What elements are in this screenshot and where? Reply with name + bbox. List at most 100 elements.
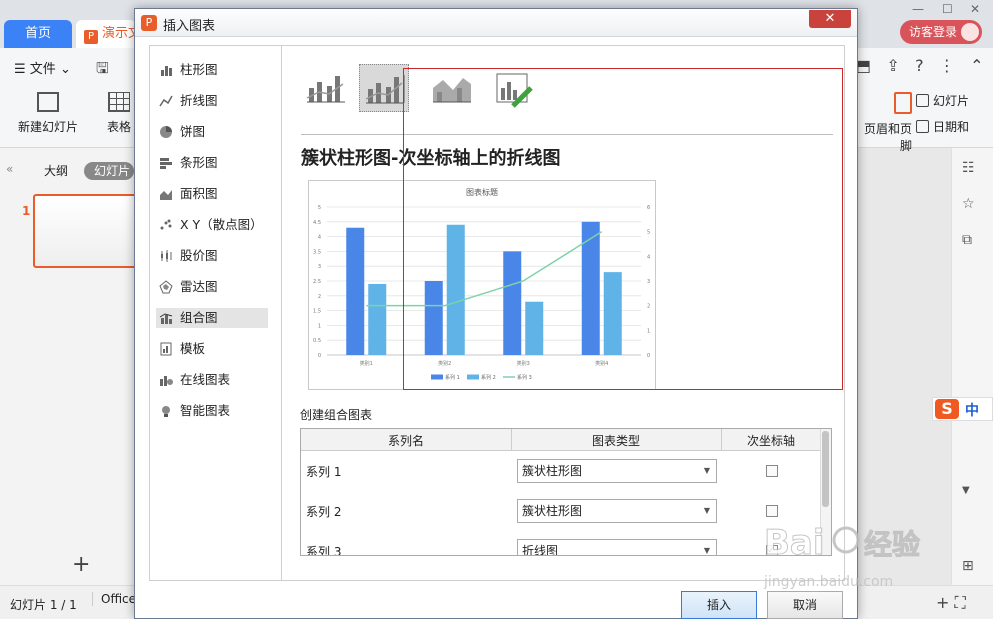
col-series-name: 系列名 [387, 434, 424, 448]
chart-type-item[interactable]: 条形图 [156, 153, 268, 173]
chart-type-value: 簇状柱形图 [522, 504, 583, 518]
share-icon[interactable]: ⇪ [886, 56, 899, 75]
subtype-stacked-area[interactable] [427, 64, 477, 112]
new-slide-label: 新建幻灯片 [17, 120, 78, 134]
chevron-down-icon: ⌄ [59, 62, 71, 77]
y-tick-label: 1.5 [313, 309, 321, 315]
x-tick-label: 类别2 [438, 360, 451, 367]
dialog-close-button[interactable]: ✕ [809, 10, 851, 28]
menu-icon: ☰ [14, 62, 30, 77]
table-icon [108, 92, 130, 112]
visitor-login-button[interactable]: 访客登录 [900, 20, 982, 44]
combo-section-label: 创建组合图表 [300, 408, 373, 422]
combo-subtype-1-icon [306, 76, 345, 103]
subtype-clustered-line[interactable] [301, 64, 351, 112]
minimize-icon[interactable]: — [912, 2, 924, 16]
chart-type-label: 模板 [180, 341, 206, 356]
slide-library-button[interactable]: 幻灯片 [916, 92, 969, 109]
cancel-button[interactable]: 取消 [767, 591, 843, 619]
file-menu[interactable]: ☰ 文件 ⌄ [14, 58, 71, 77]
area-chart-icon [160, 190, 172, 200]
chart-type-item[interactable]: 面积图 [156, 184, 268, 204]
chart-type-label: 雷达图 [180, 279, 218, 294]
chart-type-label: 面积图 [180, 186, 218, 201]
date-time-label: 日期和 [933, 120, 970, 134]
sogou-icon: S [935, 399, 959, 419]
zoom-in-icon[interactable]: + ⛶ [936, 593, 966, 613]
replace-icon[interactable]: ⧉ [962, 232, 980, 248]
save-icon[interactable]: 🖫 [96, 58, 109, 83]
header-footer-label: 页眉和页脚 [863, 122, 912, 153]
chart-type-label: 柱形图 [180, 62, 218, 77]
combo-chart-icon [159, 313, 173, 324]
chart-type-item[interactable]: 雷达图 [156, 277, 268, 297]
file-menu-label: 文件 [29, 62, 56, 77]
tab-home[interactable]: 首页 [4, 20, 72, 48]
dropdown-arrow-icon: ▼ [703, 546, 710, 555]
chart-type-item[interactable]: 模板 [156, 339, 268, 359]
secondary-axis-checkbox[interactable] [766, 505, 778, 517]
chart-title: 图表标题 [466, 187, 498, 197]
table-button[interactable]: 表格 [102, 92, 136, 135]
slide-library-icon [916, 94, 929, 107]
ime-badge[interactable]: S中 [932, 397, 993, 421]
chart-type-select[interactable]: 簇状柱形图 ▼ [517, 459, 717, 483]
add-slide-icon[interactable]: + [72, 552, 90, 577]
chart-type-item[interactable]: 饼图 [156, 122, 268, 142]
grid-view-icon[interactable]: ⊞ [962, 558, 980, 574]
close-icon[interactable]: ✕ [970, 2, 980, 16]
chart-type-item[interactable]: X Y（散点图） [156, 215, 268, 235]
date-time-button[interactable]: 日期和 [916, 118, 969, 135]
chart-type-item[interactable]: 股价图 [156, 246, 268, 266]
chart-type-value: 折线图 [522, 544, 559, 556]
dialog-titlebar [135, 9, 857, 37]
tab-slides[interactable]: 幻灯片 [84, 162, 134, 180]
subtype-custom[interactable] [489, 64, 539, 112]
chart-type-item[interactable]: 智能图表 [156, 401, 268, 421]
subtype-clustered-line-secondary[interactable] [359, 64, 409, 112]
y-tick-label: 5 [318, 205, 321, 211]
collapse-panel-icon[interactable]: « [6, 162, 13, 176]
chart-bar [503, 251, 522, 355]
chart-type-item[interactable]: 柱形图 [156, 60, 268, 80]
chart-content-area: 簇状柱形图-次坐标轴上的折线图 图表标题 0 0.5 1 1.5 2 2.5 3 3.5 4 4.5… [283, 46, 845, 580]
maximize-icon[interactable]: ☐ [942, 2, 953, 16]
template-icon [160, 342, 172, 356]
chart-bar [446, 224, 465, 355]
slide-thumbnail[interactable] [33, 194, 137, 268]
tab-outline[interactable]: 大纲 [44, 162, 68, 179]
chart-type-select[interactable]: 折线图 ▼ [517, 539, 717, 556]
secondary-axis-checkbox[interactable] [766, 465, 778, 477]
combo-subtype-2-icon [365, 75, 405, 104]
header-footer-button[interactable]: 页眉和页脚 [858, 92, 912, 154]
more-icon[interactable]: ⋮ [939, 56, 955, 75]
column-chart-icon [161, 66, 172, 76]
insert-chart-dialog: P 插入图表 ✕ 柱形图 折线图 饼图 条形图 面积图 X Y（散点图） 股价图 雷达图 组合图… [134, 8, 858, 619]
radar-chart-icon [159, 280, 173, 294]
dialog-title: 插入图表 [163, 19, 216, 34]
chart-type-item[interactable]: 折线图 [156, 91, 268, 111]
table-scroll-thumb[interactable] [822, 431, 829, 507]
collapse-ribbon-icon[interactable]: ⌃ [970, 56, 983, 75]
tab-presentation[interactable]: P 演示文 [76, 20, 136, 48]
col-chart-type: 图表类型 [591, 434, 640, 448]
series-table: 系列名 图表类型 次坐标轴 系列 1 簇状柱形图 ▼ 系列 2 簇状柱形图 ▼ 系列 3 折线… [300, 428, 832, 556]
chart-type-item[interactable]: 组合图 [156, 308, 268, 328]
y-tick-label: 3.5 [313, 249, 321, 255]
chart-line [366, 231, 603, 307]
undo-icon[interactable]: ⬒ [856, 56, 871, 75]
y2-tick-label: 1 [647, 328, 650, 334]
scroll-down-icon[interactable]: ▼ [962, 485, 980, 501]
help-icon[interactable]: ? [915, 56, 924, 75]
dialog-body: 柱形图 折线图 饼图 条形图 面积图 X Y（散点图） 股价图 雷达图 组合图 模板 在线图表 智能图… [149, 45, 845, 581]
chart-type-item[interactable]: 在线图表 [156, 370, 268, 390]
insert-button[interactable]: 插入 [681, 591, 757, 619]
pie-chart-icon [160, 126, 172, 138]
settings-sliders-icon[interactable]: ☷ [962, 160, 980, 176]
secondary-axis-checkbox[interactable]: ✓ [766, 545, 778, 555]
star-icon[interactable]: ☆ [962, 196, 980, 212]
chart-type-select[interactable]: 簇状柱形图 ▼ [517, 499, 717, 523]
chart-type-label: 股价图 [180, 248, 218, 263]
new-slide-button[interactable]: 新建幻灯片 [10, 92, 86, 135]
stock-chart-icon [161, 250, 172, 262]
